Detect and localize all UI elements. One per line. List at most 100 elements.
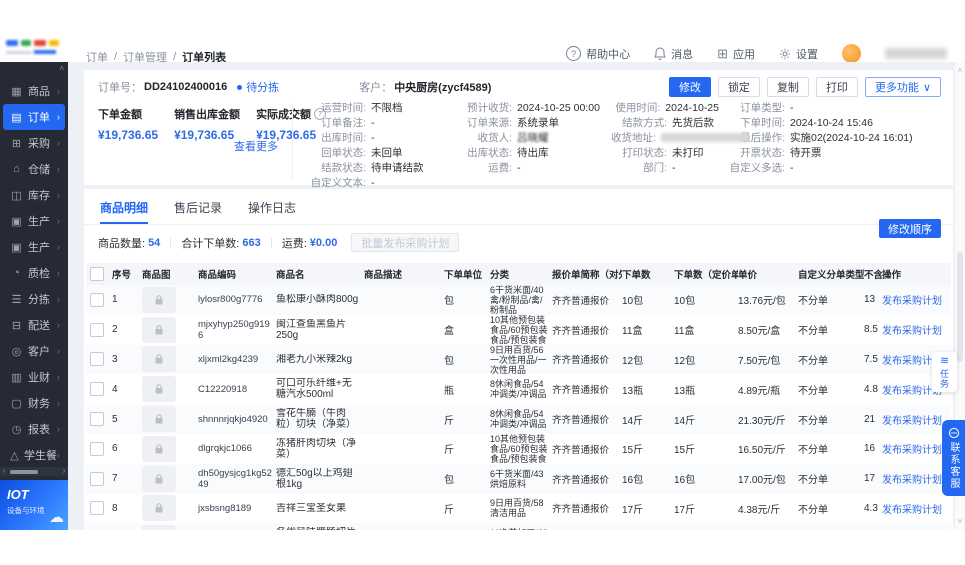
more-actions-dropdown[interactable]: 更多功能 ∨ [864,77,941,97]
tasks-float-button[interactable]: ≋ 任务 [932,352,957,392]
sidebar-item-qc[interactable]: ◔ 质检 › [3,260,65,286]
help-center-button[interactable]: ? 帮助中心 [566,46,630,62]
scroll-right-icon[interactable]: › [60,468,68,475]
cloud-icon: ☁ [49,509,64,526]
chevron-right-icon: › [57,398,60,408]
sidebar-item-delivery[interactable]: ⊟ 配送 › [3,312,65,338]
info-value: - [790,161,794,174]
product-image-placeholder[interactable] [142,406,176,433]
publish-purchase-plan-link[interactable]: 发布采购计划 [882,475,942,486]
extax-price-truncated: 4.8 [864,383,878,395]
copy-button[interactable]: 复制 [766,77,809,97]
quote-name: 齐齐普通报价 [552,385,610,397]
product-image-placeholder[interactable] [142,525,176,530]
publish-purchase-plan-link[interactable]: 发布采购计划 [882,296,942,307]
info-value: - [371,131,375,144]
product-image-placeholder[interactable] [142,495,176,522]
sidebar-item-sorting[interactable]: ☰ 分拣 › [3,286,65,312]
sidebar-scroll-up-icon[interactable]: ˄ [59,64,64,73]
order-qty: 16包 [622,475,644,487]
sidebar-item-customers[interactable]: ◎ 客户 › [3,338,65,364]
tab-product-detail[interactable]: 商品明细 [100,199,149,224]
sidebar-item-inventory[interactable]: ◫ 库存 › [3,182,65,208]
sidebar-item-orders[interactable]: ▤ 订单 › [3,104,65,130]
col-custom-split-type: 自定义分单类型? [798,267,864,282]
chevron-right-icon: › [57,164,60,174]
sidebar-item-icon: ⊞ [11,137,22,150]
user-avatar[interactable] [842,44,861,63]
lock-icon [155,503,163,513]
sidebar-item-icon: ⌂ [13,163,20,175]
publish-purchase-plan-link[interactable]: 发布采购计划 [882,326,942,337]
username-redacted [885,48,947,59]
row-checkbox[interactable] [90,292,104,307]
lock-button[interactable]: 锁定 [717,77,760,97]
product-image-placeholder[interactable] [142,346,176,373]
metric-value: ¥19,736.65 [174,128,235,142]
print-button[interactable]: 打印 [815,77,858,97]
order-unit: 斤 [444,415,454,427]
messages-button[interactable]: 消息 [654,46,693,62]
sidebar-item-warehouse[interactable]: ⌂ 仓储 › [3,156,65,182]
settings-button[interactable]: 设置 [779,46,818,62]
iot-banner[interactable]: IOT 设备与环境 ☁ [0,480,68,530]
publish-purchase-plan-link[interactable]: 发布采购计划 [882,505,942,516]
sidebar-item-purchase[interactable]: ⊞ 采购 › [3,130,65,156]
tab-aftersale-records[interactable]: 售后记录 [174,199,222,224]
sidebar-item-reports[interactable]: ◷ 报表 › [3,416,65,442]
tab-operation-log[interactable]: 操作日志 [248,199,296,224]
row-checkbox[interactable] [90,322,104,337]
table-row-4: 4 C12220918 可口可乐纤维+无糖汽水500ml 瓶 8休闲食品/54冲… [86,374,951,404]
row-checkbox[interactable] [90,412,104,427]
scroll-left-icon[interactable]: ‹ [0,468,8,475]
sidebar-item-icon: △ [10,449,19,462]
row-checkbox[interactable] [90,382,104,397]
scrollbar-thumb[interactable] [957,252,963,362]
sidebar-item-business-finance[interactable]: ▥ 业财 › [3,364,65,390]
sidebar-item-goods[interactable]: ▦ 商品 › [3,78,65,104]
iot-title: IOT [7,487,29,502]
order-qty: 11盒 [622,326,643,338]
sidebar-item-production-2[interactable]: ▣ 生产 › [3,234,65,260]
lock-icon [155,354,163,364]
scroll-up-icon[interactable]: ˄ [955,66,965,75]
unit-price: 21.30元/斤 [738,415,786,427]
product-table-body: 1 lylosr800g7776 鱼松康小酥肉800g 包 6干货米面/40禽/… [84,285,953,530]
sidebar-item-finance[interactable]: ▢ 财务 › [3,390,65,416]
row-checkbox[interactable] [90,441,104,456]
view-more-link[interactable]: 查看更多 [234,138,278,154]
sidebar-item-student-meal[interactable]: △ 学生餐 › [3,442,65,468]
row-seq: 7 [112,473,118,485]
sidebar-horizontal-scrollbar[interactable]: ‹ › [0,467,68,476]
total-value: 663 [242,236,261,249]
product-image-placeholder[interactable] [142,376,176,403]
chevron-right-icon: › [57,424,60,434]
row-checkbox[interactable] [90,471,104,486]
col-product-code: 商品编码 [198,270,237,281]
scrollbar-thumb[interactable] [10,469,38,474]
order-detail-page: 订单 / 订单管理 / 订单列表 ? 帮助中心 消息 ⊞ 应用 设置 ˄ ▦ 商… [0,0,965,565]
modify-button[interactable]: 修改 [668,77,711,97]
apps-button[interactable]: ⊞ 应用 [717,46,755,62]
batch-publish-purchase-plan-button[interactable]: 批量发布采购计划 [351,233,460,252]
metric-value: ¥19,736.65 [98,128,159,142]
info-value: 待出库 [517,147,549,159]
info-value: 实施02(2024-10-24 16:01) [790,132,913,144]
publish-purchase-plan-link[interactable]: 发布采购计划 [882,416,942,427]
order-no-label: 订单号 [98,82,131,94]
sidebar-item-production-1[interactable]: ▣ 生产 › [3,208,65,234]
col-product-name: 商品名 [276,270,305,281]
customer-label: 客户 [359,82,382,94]
scroll-down-icon[interactable]: ˅ [955,517,965,526]
product-image-placeholder[interactable] [142,316,176,343]
select-all-checkbox[interactable] [90,267,104,281]
sidebar-item-icon: ⊟ [11,319,22,332]
contact-support-button[interactable]: 联系客服 [942,420,965,496]
product-image-placeholder[interactable] [142,435,176,462]
modify-sequence-button[interactable]: 修改顺序 [879,219,941,238]
product-image-placeholder[interactable] [142,465,176,492]
publish-purchase-plan-link[interactable]: 发布采购计划 [882,445,942,456]
product-image-placeholder[interactable] [142,286,176,313]
row-checkbox[interactable] [90,501,104,516]
row-checkbox[interactable] [90,352,104,367]
